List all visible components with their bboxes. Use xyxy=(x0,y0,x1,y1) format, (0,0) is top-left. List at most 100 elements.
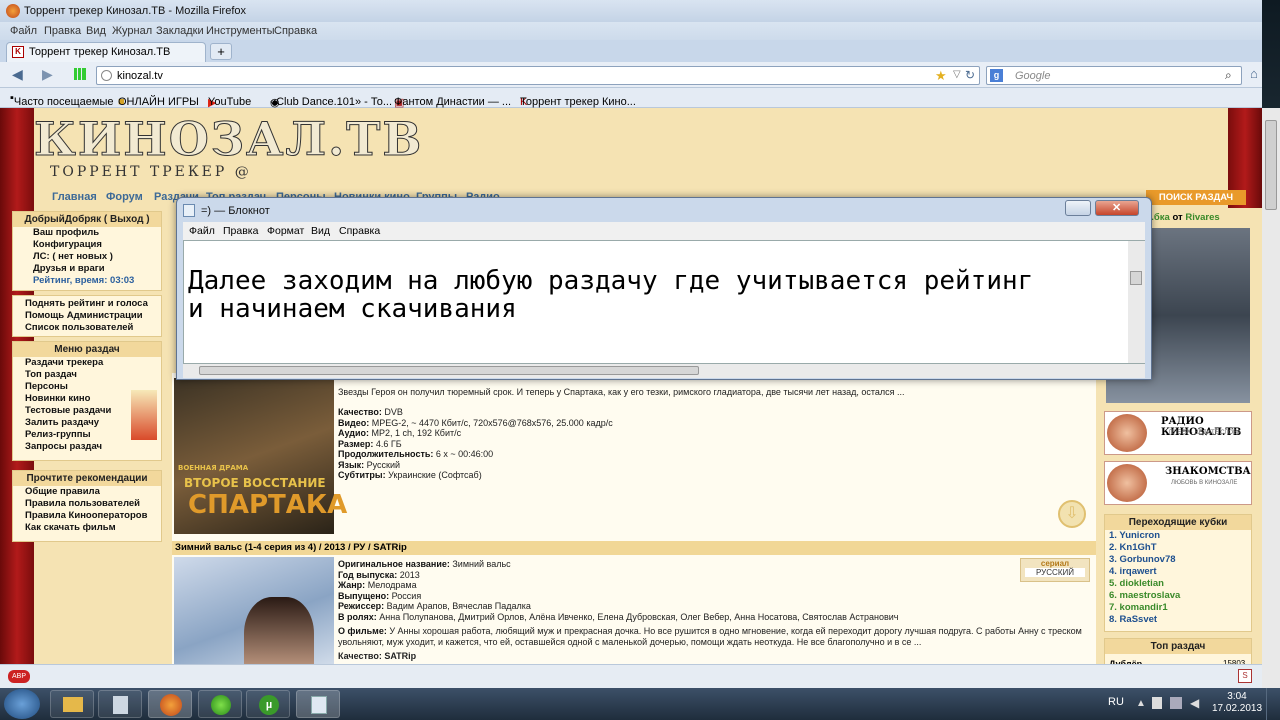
radio-banner[interactable]: РАДИО КИНОЗАЛ.ТВ ПЛЕЕР · ВЕДИТЕ СЛОВА xyxy=(1104,411,1252,455)
search-icon[interactable]: ⌕ xyxy=(1225,68,1232,83)
forward-arrow-icon[interactable]: ▶ xyxy=(42,66,53,83)
menu-item-bookmarks[interactable]: Закладки xyxy=(156,25,204,37)
home-icon[interactable]: ⌂ xyxy=(1250,66,1258,81)
bookmark-label: Торрент трекер Кино... xyxy=(520,96,636,108)
detail-value: MPEG-2, ~ 4470 Кбит/с, 720x576@768x576, … xyxy=(369,417,613,428)
menu-item-config[interactable]: Конфигурация xyxy=(13,239,161,251)
cup-row[interactable]: 1. Yunicron xyxy=(1105,530,1251,542)
menu-item-tools[interactable]: Инструменты xyxy=(206,25,275,37)
gallery-author[interactable]: Rivares xyxy=(1185,212,1219,223)
notepad-menu-file[interactable]: Файл xyxy=(189,225,215,237)
language-indicator[interactable]: RU xyxy=(1108,696,1124,708)
cup-row[interactable]: 6. maestroslava xyxy=(1105,590,1251,602)
menu-item-messages[interactable]: ЛС: ( нет новых ) xyxy=(13,251,161,263)
menu-item-top-releases[interactable]: Топ раздач xyxy=(13,369,161,381)
status-addon-icon[interactable]: S xyxy=(1238,669,1252,683)
volume-icon[interactable]: ◀ xyxy=(1190,696,1199,710)
addon-icon[interactable]: ABP xyxy=(8,670,30,683)
notepad-titlebar[interactable]: =) — Блокнот ✕ xyxy=(177,198,1151,222)
download-arrow-icon[interactable]: ⇩ xyxy=(1058,500,1086,528)
google-logo-icon[interactable]: g xyxy=(990,69,1003,82)
detail-row: Жанр: Мелодрама xyxy=(338,580,1082,591)
bookmarks-toolbar: ▪ Часто посещаемые ■ ОНЛАЙН ИГРЫ ▶ YouTu… xyxy=(0,88,1262,109)
calculator-icon xyxy=(113,696,128,714)
release-details: Качество: DVB Видео: MPEG-2, ~ 4470 Кбит… xyxy=(338,407,613,481)
menu-item-general-rules[interactable]: Общие правила xyxy=(13,486,161,498)
explorer-taskbar-icon[interactable] xyxy=(50,690,94,718)
start-button[interactable] xyxy=(4,689,40,719)
utorrent-taskbar-icon[interactable]: µ xyxy=(246,690,290,718)
detail-value: 2013 xyxy=(397,569,420,580)
close-button[interactable]: ✕ xyxy=(1095,200,1139,216)
menu-item-file[interactable]: Файл xyxy=(10,25,37,37)
series-badge-label: сериал xyxy=(1040,559,1070,568)
dating-girl-image xyxy=(1107,464,1147,502)
menu-item-requests[interactable]: Запросы раздач xyxy=(13,441,161,453)
firefox-titlebar[interactable]: Торрент трекер Кинозал.ТВ - Mozilla Fire… xyxy=(0,0,1262,22)
back-arrow-icon[interactable]: ◀ xyxy=(12,66,23,83)
battery-icon[interactable] xyxy=(1170,697,1182,709)
menu-item-tracker-releases[interactable]: Раздачи трекера xyxy=(13,357,161,369)
notepad-vertical-scrollbar[interactable] xyxy=(1128,241,1145,363)
menu-item-view[interactable]: Вид xyxy=(86,25,106,37)
firefox-taskbar-icon[interactable] xyxy=(148,690,192,718)
nav-forum[interactable]: Форум xyxy=(106,191,143,203)
notepad-menu-view[interactable]: Вид xyxy=(311,225,330,237)
url-bar[interactable]: kinozal.tv ★ ▽ ↻ xyxy=(96,66,980,85)
search-releases-button[interactable]: ПОИСК РАЗДАЧ xyxy=(1146,190,1246,205)
tab-kinozal[interactable]: K Торрент трекер Кинозал.ТВ xyxy=(6,42,206,62)
notepad-menu-edit[interactable]: Правка xyxy=(223,225,258,237)
menu-item-friends[interactable]: Друзья и враги xyxy=(13,263,161,275)
popcorn-icon xyxy=(131,390,157,440)
menu-item-edit[interactable]: Правка xyxy=(44,25,81,37)
site-logo[interactable]: КИНОЗАЛ.ТВ xyxy=(33,112,423,167)
cup-row[interactable]: 5. diokletian xyxy=(1105,578,1251,590)
notepad-text-area[interactable]: Далее заходим на любую раздачу где учиты… xyxy=(183,240,1145,364)
bookmark-star-icon[interactable]: ★ xyxy=(935,68,947,84)
page-scrollbar[interactable] xyxy=(1262,108,1280,688)
user-box-header[interactable]: ДобрыйДобряк ( Выход ) xyxy=(13,212,161,227)
menu-item-history[interactable]: Журнал xyxy=(112,25,152,37)
search-input[interactable]: g Google ⌕ xyxy=(986,66,1242,85)
cup-row[interactable]: 2. Kn1GhT xyxy=(1105,542,1251,554)
calculator-taskbar-icon[interactable] xyxy=(98,690,142,718)
bookmark-most-visited[interactable]: ▪ Часто посещаемые xyxy=(10,92,114,108)
new-tab-button[interactable]: + xyxy=(210,43,232,60)
notepad-menu-bar: Файл Правка Формат Вид Справка xyxy=(183,222,1145,240)
minimize-button[interactable] xyxy=(1065,200,1091,216)
show-desktop-button[interactable] xyxy=(1266,688,1280,720)
scrollbar-thumb[interactable] xyxy=(1265,120,1277,210)
tab-label: Торрент трекер Кинозал.ТВ xyxy=(29,46,171,58)
menu-item-user-list[interactable]: Список пользователей xyxy=(13,322,161,334)
cup-row[interactable]: 7. komandir1 xyxy=(1105,602,1251,614)
notepad-menu-help[interactable]: Справка xyxy=(339,225,380,237)
icq-taskbar-icon[interactable] xyxy=(198,690,242,718)
menu-item-profile[interactable]: Ваш профиль xyxy=(13,227,161,239)
release-title-row[interactable]: Зимний вальс (1-4 серия из 4) / 2013 / Р… xyxy=(172,541,1096,555)
show-hidden-icons-icon[interactable]: ▲ xyxy=(1136,698,1146,709)
notepad-horizontal-scrollbar[interactable] xyxy=(183,364,1145,378)
notepad-vscroll-thumb[interactable] xyxy=(1130,271,1142,285)
dropdown-arrow-icon[interactable]: ▽ xyxy=(953,69,961,80)
menu-item-operator-rules[interactable]: Правила Кинооператоров xyxy=(13,510,161,522)
menu-item-raise-rating[interactable]: Поднять рейтинг и голоса xyxy=(13,298,161,310)
cup-row[interactable]: 4. irqawert xyxy=(1105,566,1251,578)
about-row: О фильме: У Анны хорошая работа, любящий… xyxy=(338,626,1082,637)
notepad-hscroll-thumb[interactable] xyxy=(199,366,699,375)
menu-item-user-rules[interactable]: Правила пользователей xyxy=(13,498,161,510)
reload-icon[interactable]: ↻ xyxy=(965,68,975,82)
detail-key: Аудио: xyxy=(338,428,370,438)
dating-banner[interactable]: ЗНАКОМСТВА ЛЮБОВЬ В КИНОЗАЛЕ xyxy=(1104,461,1252,505)
notepad-menu-format[interactable]: Формат xyxy=(267,225,304,237)
menu-item-rating[interactable]: Рейтинг, время: 03:03 xyxy=(13,275,161,287)
cup-row[interactable]: 8. RaSsvet xyxy=(1105,614,1251,626)
menu-item-how-to-download[interactable]: Как скачать фильм xyxy=(13,522,161,534)
system-clock[interactable]: 3:04 17.02.2013 xyxy=(1212,691,1262,715)
network-icon[interactable] xyxy=(1152,697,1162,709)
release-poster[interactable]: ВОЕННАЯ ДРАМА ВТОРОЕ ВОССТАНИЕ СПАРТАКА xyxy=(174,378,347,534)
notepad-taskbar-icon[interactable] xyxy=(296,690,340,718)
cup-row[interactable]: 3. Gorbunov78 xyxy=(1105,554,1251,566)
menu-item-admin-help[interactable]: Помощь Администрации xyxy=(13,310,161,322)
menu-item-help[interactable]: Справка xyxy=(274,25,317,37)
nav-home[interactable]: Главная xyxy=(52,191,97,203)
